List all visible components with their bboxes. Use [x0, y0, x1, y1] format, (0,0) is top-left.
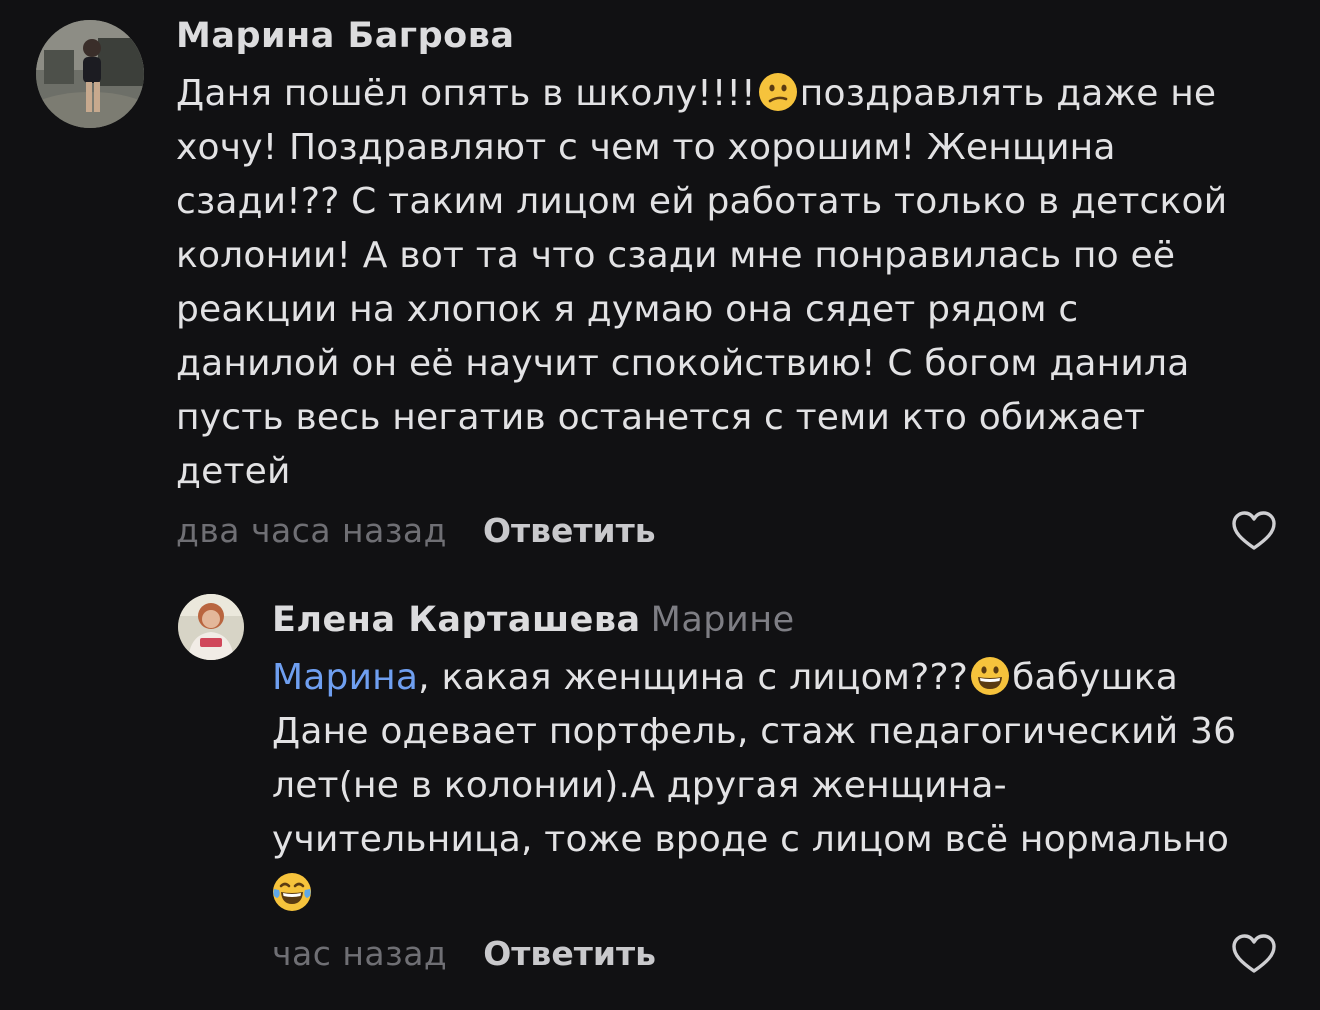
comment-line: колонии! А вот та что сзади мне понравил… — [176, 235, 1176, 276]
comment-text: Даня пошёл опять в школу!!!! поздравлять … — [176, 67, 1227, 499]
reply-button[interactable]: Ответить — [483, 511, 656, 550]
reply-timestamp: час назад — [272, 934, 448, 973]
reply-button[interactable]: Ответить — [483, 934, 656, 973]
heart-outline-icon[interactable] — [1231, 933, 1277, 975]
confused-face-icon — [758, 72, 798, 112]
mention-link[interactable]: Марина — [272, 657, 418, 698]
comment-line: данилой он её научит спокойствию! С бого… — [176, 343, 1190, 384]
comment-line: Даня пошёл опять в школу!!!! поздравлять … — [176, 72, 1217, 114]
comment-line — [272, 867, 1236, 921]
heart-outline-icon[interactable] — [1231, 510, 1277, 552]
reply-text: Марина, какая женщина с лицом??? бабушка … — [272, 651, 1236, 921]
face-with-tears-of-joy-icon — [272, 872, 312, 912]
comment-line: сзади!?? С таким лицом ей работать тольк… — [176, 181, 1228, 222]
comment-timestamp: два часа назад — [176, 511, 447, 550]
avatar-elena[interactable] — [178, 594, 244, 660]
reply-author: Елена Карташева Марине — [272, 603, 795, 638]
comment-meta: два часа назад Ответить — [176, 514, 656, 547]
comment-line: реакции на хлопок я думаю она сядет рядо… — [176, 289, 1079, 330]
reply-meta: час назад Ответить — [272, 937, 656, 970]
avatar-marina[interactable] — [36, 20, 144, 128]
reply-author-name[interactable]: Елена Карташева — [272, 600, 641, 640]
grinning-face-icon — [970, 656, 1010, 696]
comment-line: учительница, тоже вроде с лицом всё норм… — [272, 819, 1230, 860]
reply-to-label: Марине — [650, 600, 795, 640]
comment-author[interactable]: Марина Багрова — [176, 19, 514, 54]
comment-line: Марина, какая женщина с лицом??? бабушка — [272, 656, 1179, 698]
comment-line: лет(не в колонии).А другая женщина- — [272, 765, 1007, 806]
comment-line: пусть весь негатив останется с теми кто … — [176, 397, 1146, 438]
comment-line: Дане одевает портфель, стаж педагогическ… — [272, 711, 1237, 752]
comment-line: детей — [176, 451, 291, 492]
comment-line: хочу! Поздравляют с чем то хорошим! Женщ… — [176, 127, 1116, 168]
